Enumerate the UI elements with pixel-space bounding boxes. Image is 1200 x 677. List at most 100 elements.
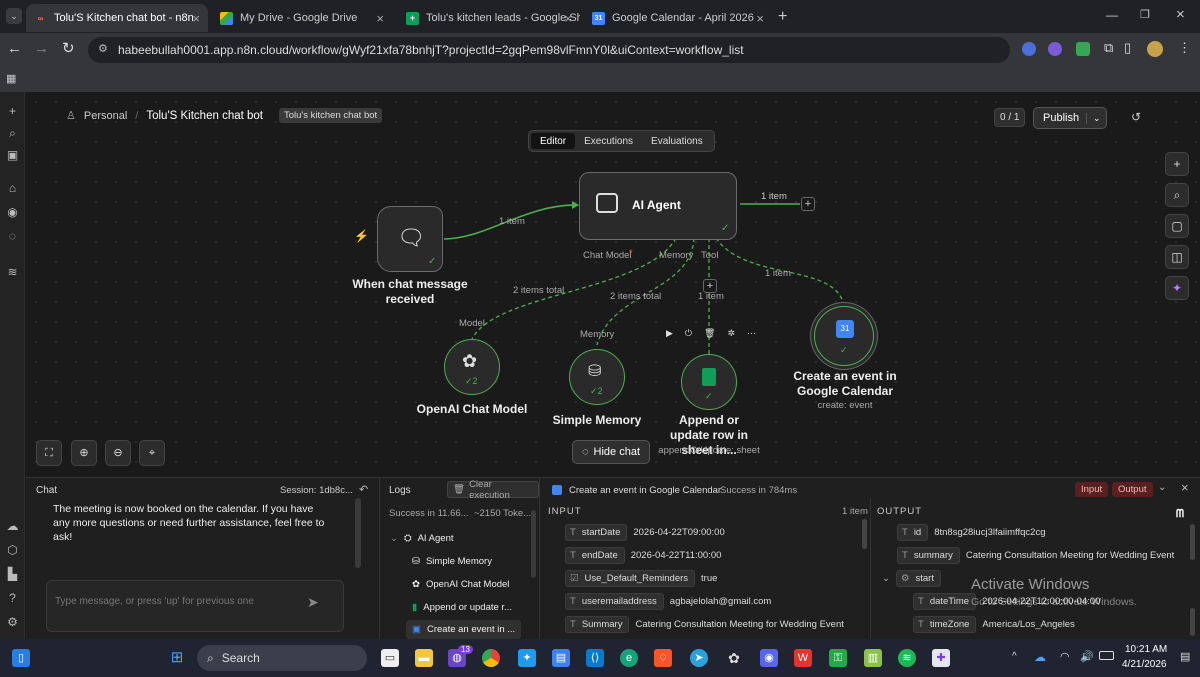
edge-icon[interactable]: e bbox=[620, 649, 638, 667]
discord-icon[interactable]: ◉ bbox=[760, 649, 778, 667]
sheets-node[interactable]: ✓ bbox=[681, 354, 737, 410]
clock-time[interactable]: 10:21 AM bbox=[1125, 644, 1167, 655]
logs-left-scroll[interactable] bbox=[356, 510, 361, 562]
brave-icon[interactable]: ♢ bbox=[654, 649, 672, 667]
notification-center-icon[interactable]: ▤ bbox=[1180, 650, 1190, 663]
restore-button[interactable]: ❐ bbox=[1140, 8, 1150, 21]
log-item-sheets[interactable]: ▮ Append or update r... bbox=[412, 602, 512, 613]
tab-sheets[interactable]: + Tolu's kitchen leads - Google Sh × bbox=[398, 4, 580, 32]
tidy-icon[interactable]: ⌖ bbox=[139, 440, 165, 466]
trash-icon[interactable]: 🗑 bbox=[704, 328, 715, 339]
home-icon[interactable]: ⌂ bbox=[5, 181, 20, 196]
memory-node[interactable]: ⛁ ✓2 bbox=[569, 349, 625, 405]
reset-icon[interactable]: ↶ bbox=[359, 483, 368, 496]
search-icon[interactable]: ⌕ bbox=[1165, 183, 1189, 207]
ai-assistant-icon[interactable]: ✦ bbox=[1165, 276, 1189, 300]
ai-agent-node[interactable]: AI Agent ✓ bbox=[579, 172, 737, 240]
openai-node[interactable]: ✿ ✓2 bbox=[444, 339, 500, 395]
log-item-openai[interactable]: ✿ OpenAI Chat Model bbox=[412, 579, 509, 590]
tab-n8n[interactable]: ∞ Tolu'S Kitchen chat bot - n8n × bbox=[26, 4, 208, 32]
clock-date[interactable]: 4/21/2026 bbox=[1122, 659, 1167, 670]
tab-list-icon[interactable]: ⌄ bbox=[6, 8, 22, 24]
close-window-button[interactable]: × bbox=[1176, 6, 1185, 23]
extension-icon[interactable] bbox=[1048, 42, 1062, 56]
apps-icon[interactable]: ▦ bbox=[6, 72, 16, 85]
play-icon[interactable]: ▶ bbox=[666, 328, 673, 339]
avatar[interactable] bbox=[1147, 41, 1163, 57]
chat-trigger-node[interactable]: 🗨 ✓ bbox=[377, 206, 443, 272]
workflow-canvas[interactable]: ♙ Personal / Tolu'S Kitchen chat bot Tol… bbox=[26, 92, 1200, 477]
lock-app-icon[interactable]: ⚿ bbox=[829, 649, 847, 667]
more-icon[interactable]: ⋯ bbox=[747, 328, 756, 339]
url-field[interactable]: ⚙ habeebullah0001.app.n8n.cloud/workflow… bbox=[88, 37, 1010, 63]
onedrive-icon[interactable]: ☁ bbox=[1034, 650, 1046, 664]
new-tab-button[interactable]: + bbox=[778, 8, 787, 26]
cloud-icon[interactable]: ☁ bbox=[5, 519, 20, 534]
task-view-icon[interactable]: ▭ bbox=[381, 649, 399, 667]
add-node-icon[interactable]: + bbox=[1165, 152, 1189, 176]
extension-icon[interactable] bbox=[1022, 42, 1036, 56]
tab-drive[interactable]: My Drive - Google Drive × bbox=[212, 4, 392, 32]
zoom-out-icon[interactable]: ⊖ bbox=[105, 440, 131, 466]
puzzle-icon[interactable]: ⧉ bbox=[1104, 40, 1113, 56]
app-icon[interactable]: ✚ bbox=[932, 649, 950, 667]
chat-input[interactable]: Type message, or press 'up' for previous… bbox=[46, 580, 344, 632]
fit-view-icon[interactable]: ⛶ bbox=[36, 440, 62, 466]
vscode-icon[interactable]: ⟨⟩ bbox=[586, 649, 604, 667]
close-icon[interactable]: × bbox=[376, 11, 384, 26]
input-scrollbar[interactable] bbox=[862, 519, 867, 549]
add-node-button[interactable]: + bbox=[801, 197, 815, 211]
start-icon[interactable]: ⊞ bbox=[168, 649, 186, 667]
hide-chat-button[interactable]: ◌ Hide chat bbox=[572, 440, 651, 464]
chatgpt-icon[interactable]: ✿ bbox=[725, 649, 743, 667]
spotify-icon[interactable]: ≋ bbox=[898, 649, 916, 667]
output-toggle[interactable]: Output bbox=[1112, 482, 1153, 497]
chat-icon[interactable]: ◌ bbox=[5, 229, 20, 244]
log-item-calendar[interactable]: ▣ Create an event in ... bbox=[406, 620, 522, 639]
file-explorer-icon[interactable]: ▬ bbox=[415, 649, 433, 667]
panel-icon[interactable]: ▣ bbox=[5, 148, 20, 163]
reload-icon[interactable]: ↻ bbox=[62, 39, 75, 57]
insights-icon[interactable]: ▙ bbox=[5, 567, 20, 582]
minimize-button[interactable]: — bbox=[1106, 8, 1118, 22]
templates-icon[interactable]: ⬡ bbox=[5, 543, 20, 558]
output-scrollbar[interactable] bbox=[1190, 608, 1195, 636]
close-icon[interactable]: × bbox=[756, 11, 764, 26]
notes-app-icon[interactable]: ▥ bbox=[864, 649, 882, 667]
chrome-icon[interactable] bbox=[482, 649, 500, 667]
settings-icon[interactable]: ⚙ bbox=[5, 615, 20, 630]
wps-icon[interactable]: W bbox=[794, 649, 812, 667]
output-scrollbar[interactable] bbox=[1190, 524, 1195, 560]
wifi-icon[interactable]: ◠ bbox=[1060, 650, 1070, 663]
calendar-node[interactable]: 31 ✓ bbox=[814, 306, 874, 366]
send-icon[interactable]: ➤ bbox=[307, 594, 319, 611]
battery-icon[interactable] bbox=[1099, 651, 1114, 660]
extension-icon[interactable] bbox=[1076, 42, 1090, 56]
settings-icon[interactable]: ✲ bbox=[727, 328, 735, 339]
user-icon[interactable]: ◉ bbox=[5, 205, 20, 220]
sidepanel-icon[interactable]: ▯ bbox=[1124, 40, 1131, 56]
tray-chevron-icon[interactable]: ^ bbox=[1012, 651, 1017, 662]
help-icon[interactable]: ? bbox=[5, 591, 20, 606]
chevron-down-icon[interactable]: ⌄ bbox=[1158, 482, 1166, 493]
menu-icon[interactable]: ⋮ bbox=[1178, 40, 1191, 56]
layers-icon[interactable]: ≋ bbox=[5, 265, 20, 280]
chevron-down-icon[interactable]: ⌄ bbox=[882, 573, 890, 584]
logs-scrollbar[interactable] bbox=[531, 510, 536, 578]
back-icon[interactable]: ← bbox=[7, 40, 22, 57]
zoom-in-icon[interactable]: ⊕ bbox=[71, 440, 97, 466]
tab-calendar[interactable]: 31 Google Calendar - April 2026 × bbox=[584, 4, 772, 32]
volume-icon[interactable]: 🔊 bbox=[1080, 650, 1094, 663]
search-box[interactable]: ⌕ Search bbox=[197, 645, 367, 671]
clear-execution-button[interactable]: 🗑 Clear execution bbox=[447, 479, 539, 501]
forward-icon[interactable]: → bbox=[34, 40, 49, 57]
close-icon[interactable]: × bbox=[564, 11, 572, 26]
telegram-icon[interactable]: ➤ bbox=[690, 649, 708, 667]
input-toggle[interactable]: Input bbox=[1075, 482, 1109, 497]
close-icon[interactable]: × bbox=[1181, 480, 1189, 495]
panel-icon[interactable]: ◫ bbox=[1165, 245, 1189, 269]
widgets-icon[interactable]: ▯ bbox=[12, 649, 30, 667]
add-icon[interactable]: + bbox=[5, 104, 20, 119]
log-item-ai-agent[interactable]: ⌄ ⛭ AI Agent bbox=[390, 533, 454, 544]
store-icon[interactable]: ▤ bbox=[552, 649, 570, 667]
